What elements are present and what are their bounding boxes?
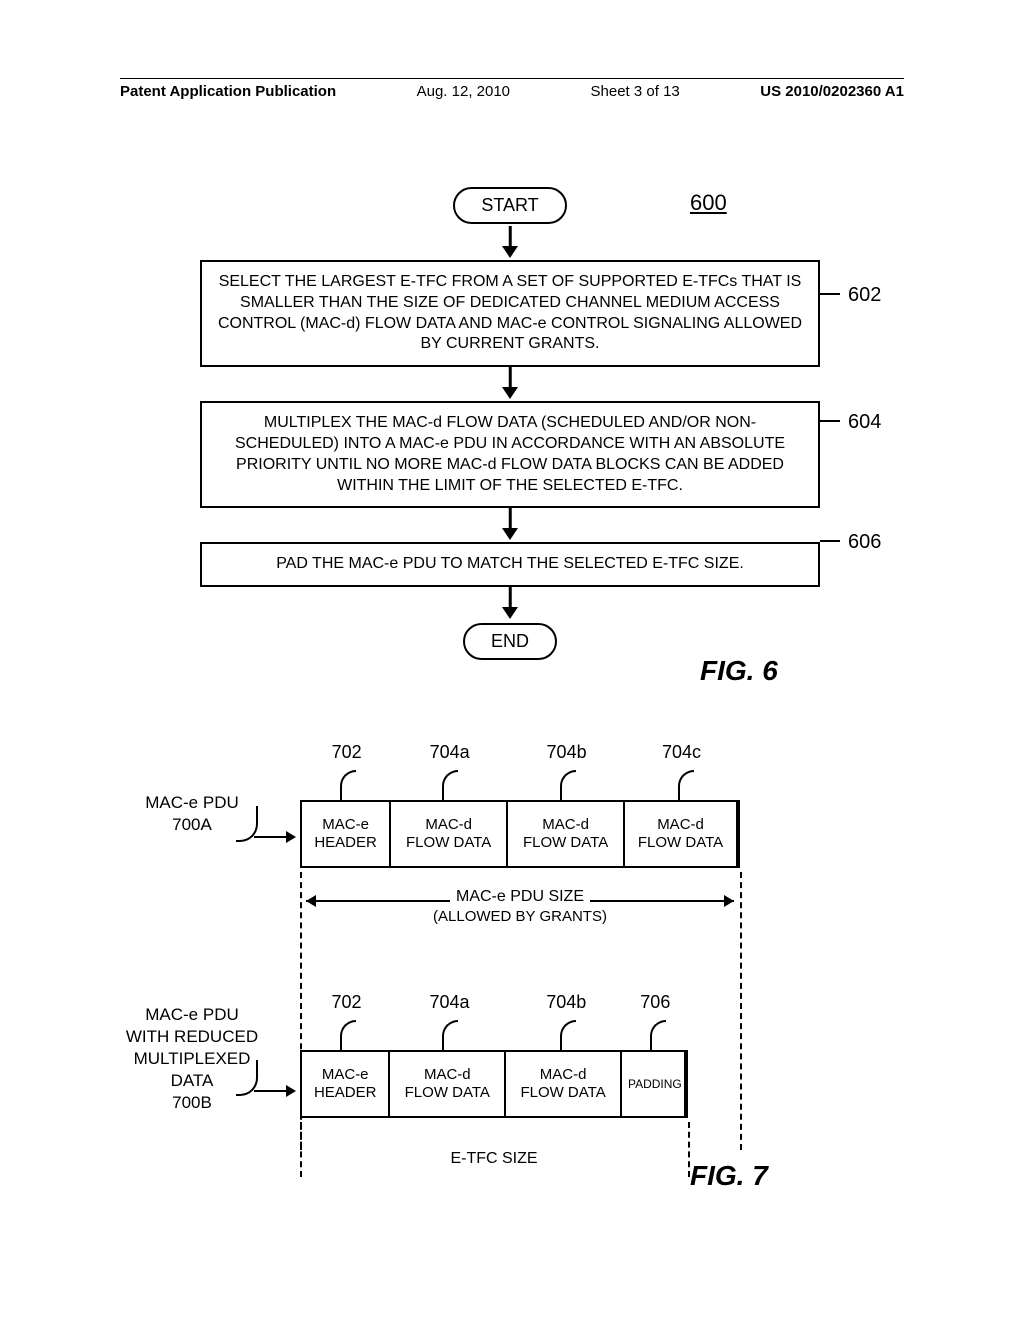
cell-a-fd3: MAC-d FLOW DATA: [625, 802, 738, 866]
cell-b-fd2: MAC-d FLOW DATA: [506, 1052, 622, 1116]
sheet-number: Sheet 3 of 13: [591, 83, 680, 100]
cell-a-header: MAC-e HEADER: [302, 802, 391, 866]
pdu-700b-l5: 700B: [172, 1093, 212, 1112]
ref-line-604: [820, 420, 840, 422]
ref-606: 606: [848, 531, 881, 554]
ref-line-606: [820, 540, 840, 542]
dim-text-pdu-size: MAC-e PDU SIZE: [450, 888, 590, 906]
publication-label: Patent Application Publication: [120, 83, 336, 100]
cell-a-header-l1: MAC-e: [308, 816, 383, 834]
dim-text-etfc: E-TFC SIZE: [302, 1150, 686, 1168]
dim-sub-pdu-size: (ALLOWED BY GRANTS): [427, 908, 613, 925]
pdu-700a-arrow: [254, 836, 294, 838]
ref-602: 602: [848, 284, 881, 307]
cell-a-fd2: MAC-d FLOW DATA: [508, 802, 625, 866]
step-602-box: SELECT THE LARGEST E-TFC FROM A SET OF S…: [200, 260, 820, 367]
cell-b-fd1-l1: MAC-d: [396, 1066, 498, 1084]
pdu-700b-l4: DATA: [171, 1071, 214, 1090]
lead-704a-b: 704a: [391, 992, 508, 1013]
cell-b-header-l1: MAC-e: [308, 1066, 382, 1084]
lead-704a: 704a: [391, 742, 508, 763]
cell-a-header-l2: HEADER: [308, 834, 383, 852]
cell-a-fd3-l1: MAC-d: [631, 816, 730, 834]
pub-date: Aug. 12, 2010: [417, 83, 510, 100]
flowchart-fig6: START SELECT THE LARGEST E-TFC FROM A SE…: [200, 185, 820, 662]
step-604-box: MULTIPLEX THE MAC-d FLOW DATA (SCHEDULED…: [200, 401, 820, 508]
cell-b-padding: PADDING: [622, 1052, 686, 1116]
cell-a-fd1-l1: MAC-d: [397, 816, 500, 834]
step-606-box: PAD THE MAC-e PDU TO MATCH THE SELECTED …: [200, 542, 820, 587]
fig6-label: FIG. 6: [700, 655, 778, 687]
ref-604: 604: [848, 411, 881, 434]
end-terminal: END: [463, 623, 557, 660]
lead-labels-a: 702 704a 704b 704c: [302, 742, 738, 763]
cell-a-fd2-l2: FLOW DATA: [514, 834, 617, 852]
fig7: 702 704a 704b 704c MAC-e PDU 700A MAC-e …: [120, 740, 924, 1250]
lead-702b: 702: [302, 992, 391, 1013]
pdu-700b-l3: MULTIPLEXED: [134, 1049, 251, 1068]
lead-706: 706: [625, 992, 686, 1013]
pdu-700b-l2: WITH REDUCED: [126, 1027, 258, 1046]
cell-a-fd1-l2: FLOW DATA: [397, 834, 500, 852]
lead-labels-b: 702 704a 704b 706: [302, 992, 686, 1013]
cell-b-fd2-l2: FLOW DATA: [512, 1084, 614, 1102]
lead-704b: 704b: [508, 742, 625, 763]
lead-702a: 702: [302, 742, 391, 763]
cell-b-fd2-l1: MAC-d: [512, 1066, 614, 1084]
start-terminal: START: [453, 187, 566, 224]
cell-b-fd1-l2: FLOW DATA: [396, 1084, 498, 1102]
pdu-700b-arrow: [254, 1090, 294, 1092]
publication-number: US 2010/0202360 A1: [760, 83, 904, 100]
cell-a-fd2-l1: MAC-d: [514, 816, 617, 834]
pdu-700a-l2: 700A: [172, 815, 212, 834]
cell-b-header-l2: HEADER: [308, 1084, 382, 1102]
pdu-700b-l1: MAC-e PDU: [145, 1005, 239, 1024]
lead-704c: 704c: [625, 742, 738, 763]
ref-line-602: [820, 293, 840, 295]
cell-a-fd1: MAC-d FLOW DATA: [391, 802, 508, 866]
pdu-row-700a: 702 704a 704b 704c MAC-e PDU 700A MAC-e …: [300, 800, 740, 868]
cell-b-padding-l1: PADDING: [628, 1077, 678, 1091]
lead-704b-b: 704b: [508, 992, 625, 1013]
cell-b-fd1: MAC-d FLOW DATA: [390, 1052, 506, 1116]
cell-b-header: MAC-e HEADER: [302, 1052, 390, 1116]
pdu-700a-l1: MAC-e PDU: [145, 793, 239, 812]
pdu-row-700b: 702 704a 704b 706 MAC-e PDU WITH REDUCED…: [300, 1050, 688, 1118]
fig7-label: FIG. 7: [690, 1160, 768, 1192]
page-header: Patent Application Publication Aug. 12, …: [120, 78, 904, 100]
cell-a-fd3-l2: FLOW DATA: [631, 834, 730, 852]
